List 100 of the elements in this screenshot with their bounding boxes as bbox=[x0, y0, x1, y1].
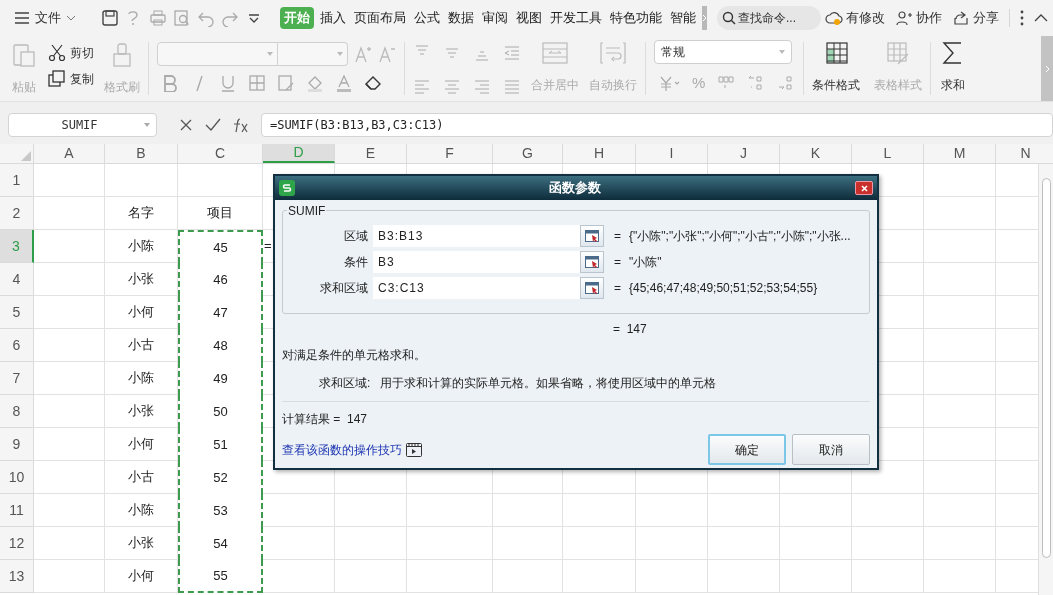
increase-font-icon[interactable] bbox=[354, 45, 372, 63]
argument-field[interactable]: C3:C13 bbox=[373, 277, 580, 299]
scroll-tabs-button[interactable] bbox=[702, 6, 707, 30]
equals-sign: = bbox=[614, 254, 621, 271]
bold-icon[interactable] bbox=[161, 74, 179, 92]
column-header[interactable]: M bbox=[924, 144, 996, 163]
preview-icon[interactable] bbox=[173, 9, 191, 27]
search-field[interactable]: 查找命令... bbox=[717, 6, 821, 30]
range-select-button[interactable] bbox=[580, 277, 604, 299]
column-header[interactable]: K bbox=[780, 144, 852, 163]
align-left-icon[interactable] bbox=[413, 77, 431, 96]
font-name-field[interactable] bbox=[157, 42, 278, 66]
ribbon-tab[interactable]: 审阅 bbox=[480, 7, 510, 29]
ribbon-button[interactable]: 剪切 bbox=[48, 44, 94, 62]
ribbon-button[interactable]: 复制 bbox=[48, 70, 94, 88]
ribbon-tab[interactable]: 智能 bbox=[668, 7, 698, 29]
column-header[interactable]: L bbox=[852, 144, 924, 163]
ribbon-tab[interactable]: 公式 bbox=[412, 7, 442, 29]
ribbon-button[interactable]: 条件格式 bbox=[812, 36, 861, 94]
vertical-scrollbar[interactable] bbox=[1038, 164, 1053, 595]
decrease-font-icon[interactable] bbox=[378, 45, 396, 63]
column-header[interactable]: E bbox=[335, 144, 407, 163]
table-cell: 小陈 bbox=[105, 494, 178, 527]
video-icon[interactable] bbox=[406, 442, 422, 457]
column-header[interactable]: F bbox=[407, 144, 493, 163]
more-icon[interactable] bbox=[1020, 10, 1024, 26]
close-button[interactable] bbox=[855, 181, 873, 195]
currency-icon[interactable] bbox=[658, 74, 680, 93]
row-header[interactable]: 4 bbox=[0, 263, 34, 296]
clipboard-icon bbox=[10, 42, 38, 68]
cancel-icon[interactable] bbox=[179, 118, 193, 132]
font-size-field[interactable] bbox=[278, 42, 348, 66]
ribbon-tab[interactable]: 特色功能 bbox=[608, 7, 664, 29]
range-select-icon bbox=[585, 256, 599, 268]
ribbon-tab[interactable]: 页面布局 bbox=[352, 7, 408, 29]
function-icon[interactable] bbox=[231, 117, 249, 133]
table-cell: 小张 bbox=[105, 263, 178, 296]
column-header[interactable]: B bbox=[105, 144, 178, 163]
row-header[interactable]: 9 bbox=[0, 428, 34, 461]
row-header[interactable]: 1 bbox=[0, 164, 34, 197]
toolbar-action[interactable]: 有修改 bbox=[825, 8, 885, 28]
formula-field[interactable]: =SUMIF(B3:B13,B3,C3:C13) bbox=[261, 113, 1053, 137]
help-link[interactable]: 查看该函数的操作技巧 bbox=[282, 440, 402, 459]
file-menu[interactable]: 文件 bbox=[10, 5, 80, 31]
justify-icon[interactable] bbox=[503, 77, 521, 96]
toolbar-action[interactable]: 分享 bbox=[952, 8, 999, 28]
ribbon-tab[interactable]: 开发工具 bbox=[548, 7, 604, 29]
row-header[interactable]: 13 bbox=[0, 560, 34, 593]
table-cell: 小古 bbox=[105, 461, 178, 494]
caret-icon bbox=[267, 52, 273, 56]
font-color-icon[interactable] bbox=[335, 74, 353, 92]
column-header[interactable]: G bbox=[493, 144, 563, 163]
row-header[interactable]: 6 bbox=[0, 329, 34, 362]
table-cell bbox=[636, 560, 708, 593]
align-center-icon[interactable] bbox=[443, 77, 461, 96]
save-icon[interactable] bbox=[101, 9, 119, 27]
ribbon-button[interactable]: 求和 bbox=[939, 36, 968, 94]
fill-color-icon[interactable] bbox=[306, 74, 324, 92]
ribbon-tab[interactable]: 数据 bbox=[446, 7, 476, 29]
row-header[interactable]: 8 bbox=[0, 395, 34, 428]
toolbar-action[interactable]: 协作 bbox=[895, 8, 942, 28]
row-header[interactable]: 7 bbox=[0, 362, 34, 395]
underline-icon[interactable] bbox=[219, 74, 237, 92]
number-format-dropdown[interactable]: 常规 bbox=[654, 40, 792, 64]
row-header[interactable]: 2 bbox=[0, 197, 34, 230]
ribbon-scroll-button[interactable] bbox=[1041, 36, 1053, 101]
name-box[interactable]: SUMIF bbox=[8, 113, 157, 137]
confirm-icon[interactable] bbox=[205, 118, 221, 132]
table-cell: 名字 bbox=[105, 197, 178, 230]
range-select-button[interactable] bbox=[580, 251, 604, 273]
column-header[interactable]: J bbox=[708, 144, 780, 163]
indent-icon[interactable] bbox=[503, 44, 521, 62]
print-icon[interactable] bbox=[149, 9, 167, 27]
collapse-icon[interactable] bbox=[1034, 14, 1048, 22]
range-select-button[interactable] bbox=[580, 225, 604, 247]
argument-field[interactable]: B3:B13 bbox=[373, 225, 580, 247]
column-header[interactable]: N bbox=[996, 144, 1053, 163]
border-icon[interactable] bbox=[248, 74, 266, 92]
column-header[interactable]: A bbox=[34, 144, 105, 163]
table-cell: 47 bbox=[178, 296, 263, 329]
dialog-button[interactable]: 取消 bbox=[792, 434, 870, 465]
table-cell: 48 bbox=[178, 329, 263, 362]
row-header[interactable]: 5 bbox=[0, 296, 34, 329]
cell-style-icon[interactable] bbox=[277, 74, 295, 92]
ribbon-tab[interactable]: 视图 bbox=[514, 7, 544, 29]
align-right-icon[interactable] bbox=[473, 77, 491, 96]
ribbon-tab[interactable]: 插入 bbox=[318, 7, 348, 29]
row-header[interactable]: 10 bbox=[0, 461, 34, 494]
row-header[interactable]: 11 bbox=[0, 494, 34, 527]
column-header[interactable]: I bbox=[636, 144, 708, 163]
column-header[interactable]: H bbox=[563, 144, 636, 163]
table-cell bbox=[34, 395, 105, 428]
scissors-icon bbox=[48, 44, 66, 62]
eraser-icon[interactable] bbox=[364, 74, 382, 92]
dialog-button[interactable]: 确定 bbox=[708, 434, 786, 465]
argument-label: 区域 bbox=[343, 228, 369, 245]
table-cell bbox=[34, 428, 105, 461]
argument-field[interactable]: B3 bbox=[373, 251, 580, 273]
select-all-icon[interactable] bbox=[21, 151, 31, 161]
row-header[interactable]: 12 bbox=[0, 527, 34, 560]
